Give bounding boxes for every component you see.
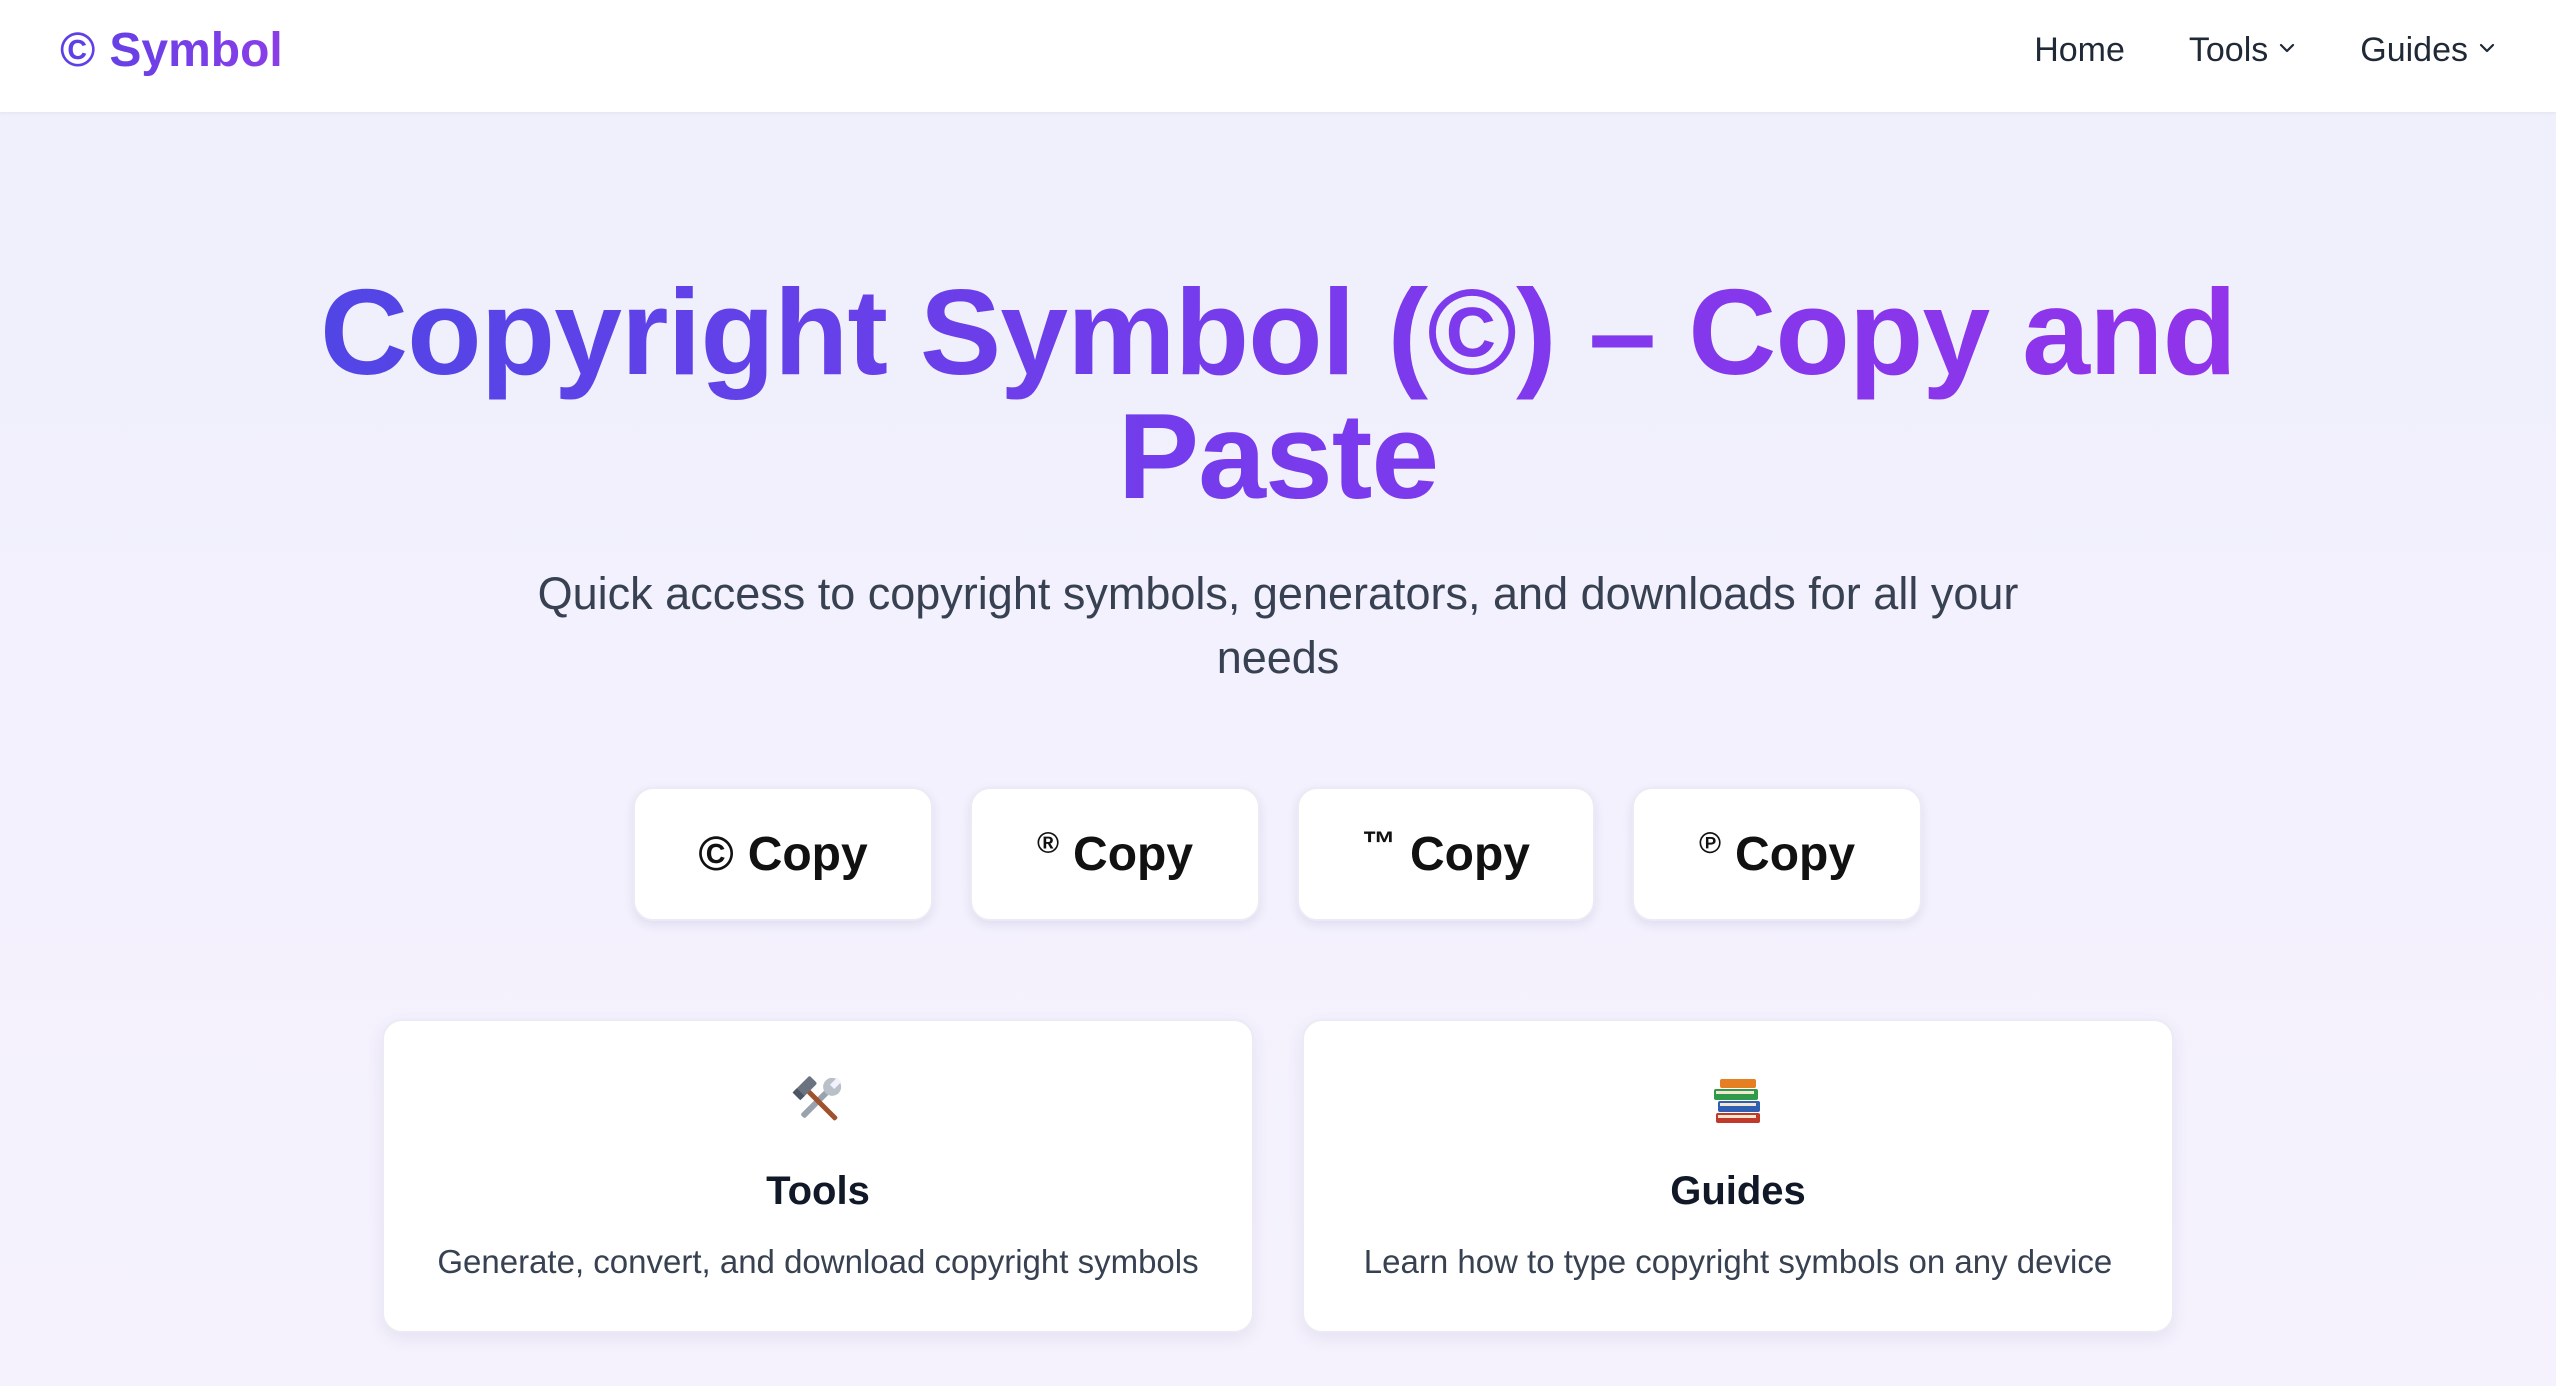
quick-copy-buttons: © Copy ® Copy ™ Copy ℗ Copy	[0, 787, 2556, 921]
registered-symbol: ®	[1036, 827, 1060, 860]
tools-card[interactable]: Tools Generate, convert, and download co…	[382, 1019, 1254, 1333]
top-navbar: © Symbol Home Tools Guides	[0, 0, 2556, 113]
copy-button-label: Copy	[1073, 827, 1194, 881]
guides-card[interactable]: Guides Learn how to type copyright symbo…	[1302, 1019, 2174, 1333]
nav-home-label: Home	[2034, 30, 2125, 69]
chevron-down-icon	[2278, 39, 2296, 57]
tools-card-description: Generate, convert, and download copyrigh…	[437, 1243, 1199, 1280]
main-nav: Home Tools Guides	[2034, 22, 2496, 78]
page-subtitle: Quick access to copyright symbols, gener…	[478, 562, 2078, 690]
trademark-symbol: ™	[1362, 824, 1396, 863]
copy-copyright-button[interactable]: © Copy	[633, 787, 933, 921]
nav-tools-label: Tools	[2188, 30, 2269, 69]
nav-guides-dropdown[interactable]: Guides	[2360, 31, 2496, 70]
copy-button-label: Copy	[747, 827, 868, 881]
guides-card-title: Guides	[1670, 1169, 1806, 1213]
nav-home-link[interactable]: Home	[2034, 31, 2125, 70]
copy-registered-button[interactable]: ® Copy	[970, 787, 1260, 921]
hammer-wrench-icon	[384, 1069, 1252, 1133]
guides-card-description: Learn how to type copyright symbols on a…	[1363, 1243, 2113, 1280]
sound-recording-symbol: ℗	[1698, 827, 1722, 860]
copyright-symbol: ©	[698, 827, 734, 881]
tools-card-title: Tools	[766, 1169, 870, 1213]
books-icon	[1304, 1069, 2172, 1133]
copy-trademark-button[interactable]: ™ Copy	[1297, 787, 1595, 921]
page-subtitle-line-2: needs	[1216, 632, 1340, 683]
page-title-line-1: Copyright Symbol (©) – Copy and	[319, 264, 2237, 400]
chevron-down-icon	[2478, 39, 2496, 57]
copyright-logo-icon: ©	[60, 23, 96, 77]
copy-button-label: Copy	[1410, 827, 1530, 881]
nav-tools-dropdown[interactable]: Tools	[2189, 31, 2296, 70]
brand-logo-link[interactable]: © Symbol	[60, 20, 283, 80]
brand-name: Symbol	[109, 23, 283, 77]
copy-button-label: Copy	[1735, 827, 1856, 881]
page-title-line-2: Paste	[1117, 388, 1439, 524]
page-subtitle-line-1: Quick access to copyright symbols, gener…	[537, 568, 2019, 619]
nav-guides-label: Guides	[2360, 30, 2468, 69]
page-title: Copyright Symbol (©) – Copy and Paste	[250, 270, 2306, 518]
copy-sound-recording-button[interactable]: ℗ Copy	[1632, 787, 1922, 921]
